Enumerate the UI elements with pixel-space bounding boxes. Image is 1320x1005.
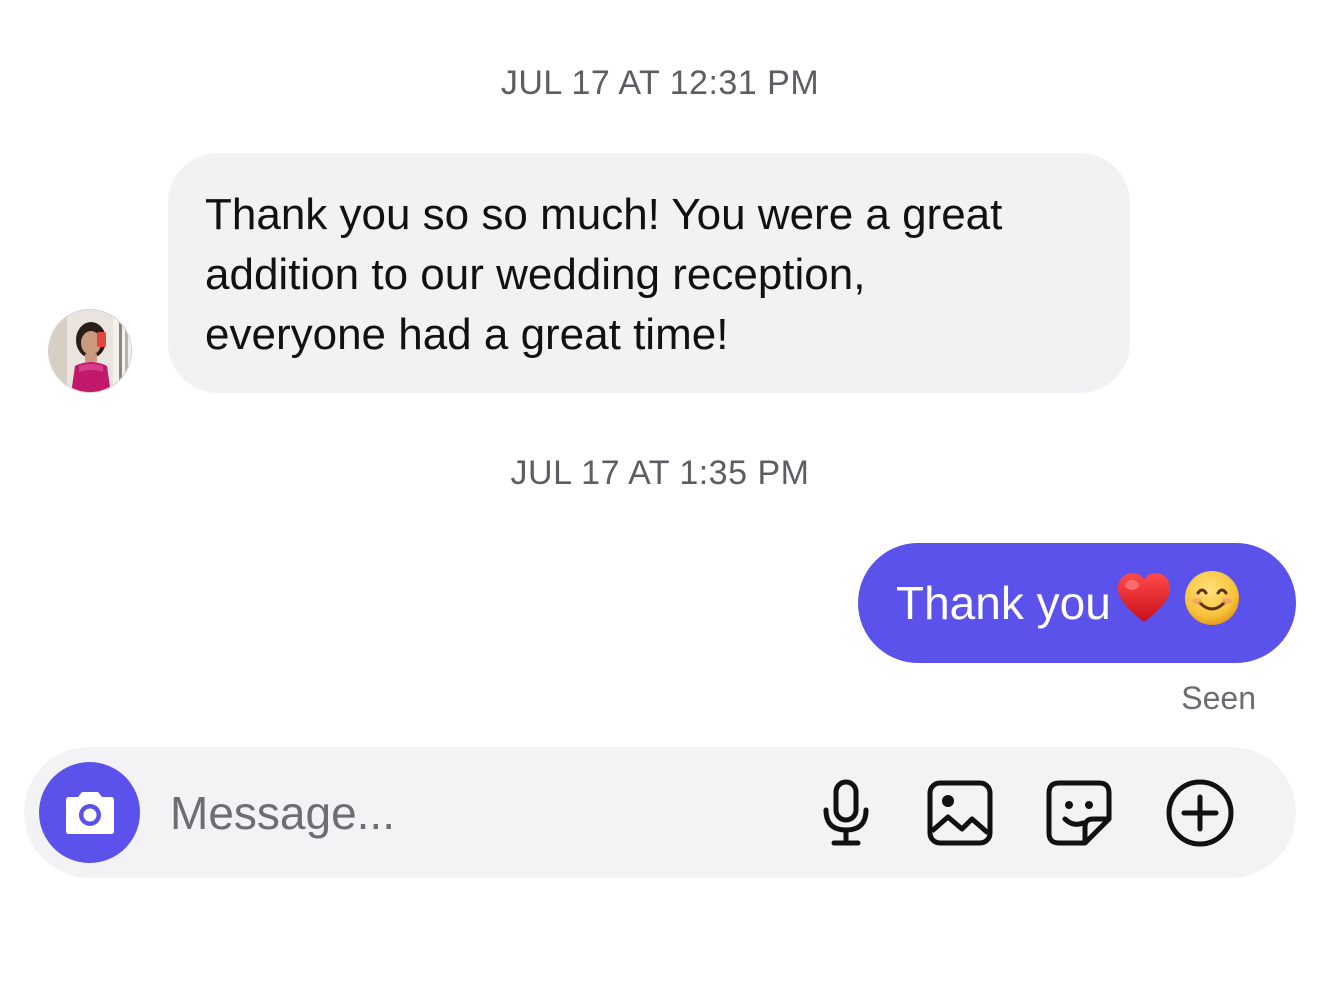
sticker-icon — [1046, 780, 1112, 846]
sticker-button[interactable] — [1043, 777, 1115, 849]
more-options-button[interactable] — [1164, 777, 1236, 849]
smiling-face-emoji — [1183, 569, 1241, 638]
incoming-message-bubble[interactable]: Thank you so so much! You were a great a… — [168, 153, 1130, 393]
camera-icon — [65, 791, 114, 834]
outgoing-message-bubble[interactable]: Thank you — [858, 543, 1296, 663]
gallery-icon — [927, 780, 993, 846]
incoming-message-line: Thank you so so much! You were a great — [205, 190, 1003, 239]
message-composer — [24, 747, 1296, 878]
plus-icon — [1166, 779, 1234, 847]
red-heart-emoji — [1115, 570, 1173, 637]
avatar-photo — [49, 310, 131, 392]
message-input[interactable] — [170, 783, 770, 843]
contact-avatar[interactable] — [48, 309, 132, 393]
seen-status: Seen — [1181, 680, 1256, 716]
incoming-message-line: everyone had a great time! — [205, 310, 729, 359]
voice-message-button[interactable] — [810, 777, 882, 849]
microphone-icon — [823, 779, 869, 846]
message-timestamp: JUL 17 AT 1:35 PM — [510, 454, 810, 492]
outgoing-message-text: Thank you — [896, 577, 1111, 629]
message-timestamp: JUL 17 AT 12:31 PM — [500, 64, 820, 102]
gallery-button[interactable] — [924, 777, 996, 849]
incoming-message-line: addition to our wedding reception, — [205, 250, 866, 299]
camera-button[interactable] — [39, 762, 140, 863]
